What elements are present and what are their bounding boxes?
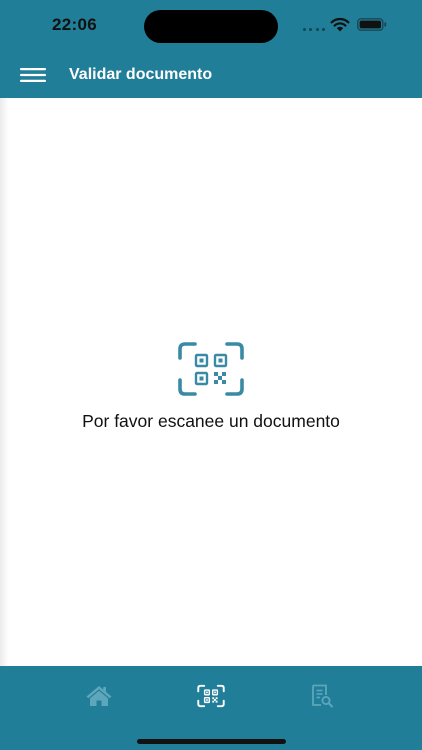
qr-scan-icon xyxy=(197,684,225,708)
home-icon xyxy=(86,686,112,706)
tab-document-search[interactable] xyxy=(302,680,342,712)
dynamic-island xyxy=(144,10,278,43)
battery-icon xyxy=(357,18,387,31)
screen: 22:06 Validar documento Por favor escane… xyxy=(0,0,422,750)
main-content: Por favor escanee un documento xyxy=(0,98,422,666)
bottom-tab-bar xyxy=(0,666,422,750)
cellular-signal-icon xyxy=(303,28,325,32)
page-title: Validar documento xyxy=(69,66,213,83)
home-indicator xyxy=(137,739,286,744)
hamburger-menu-icon xyxy=(20,68,46,82)
qr-scan-icon xyxy=(178,342,244,396)
top-bar: 22:06 Validar documento xyxy=(0,0,422,98)
status-time: 22:06 xyxy=(52,15,97,34)
tab-scan[interactable] xyxy=(191,680,231,712)
wifi-icon xyxy=(330,17,350,32)
tab-home[interactable] xyxy=(79,680,119,712)
document-search-icon xyxy=(312,684,333,708)
menu-button[interactable] xyxy=(16,64,50,86)
scan-prompt-message: Por favor escanee un documento xyxy=(82,411,340,431)
